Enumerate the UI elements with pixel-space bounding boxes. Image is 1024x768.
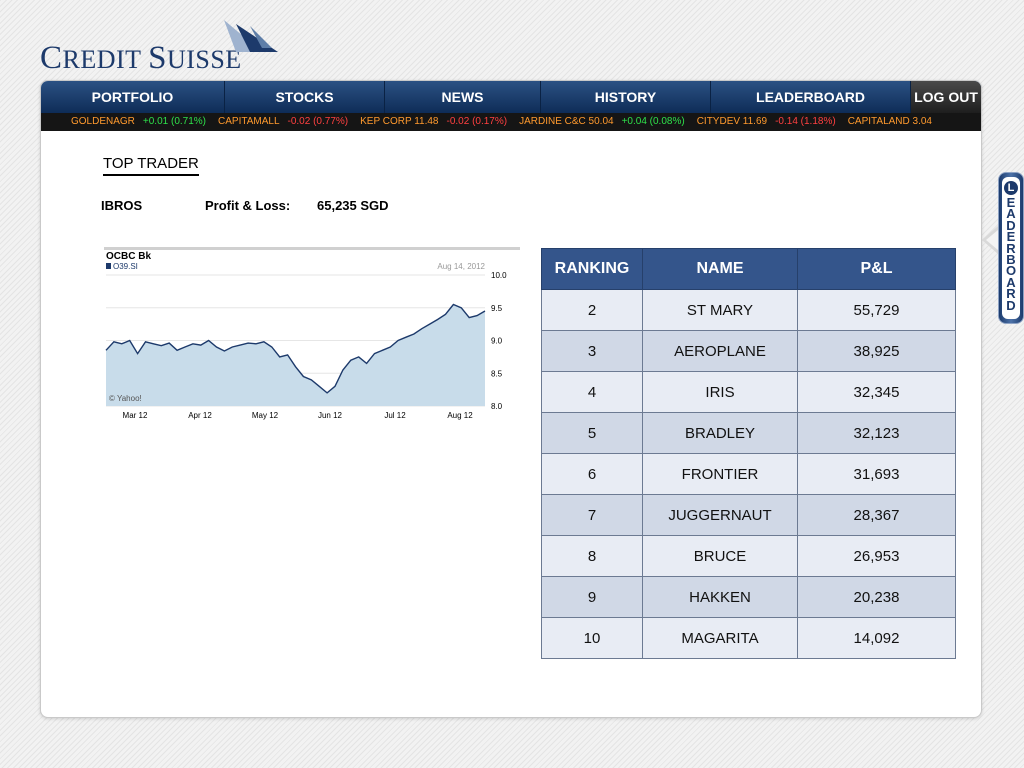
ticker-symbol: KEP CORP 11.48 <box>360 116 439 127</box>
trader-name-cell: BRADLEY <box>642 412 798 454</box>
price-area <box>106 304 485 406</box>
pl-cell: 55,729 <box>797 289 956 331</box>
trader-name-cell: AEROPLANE <box>642 330 798 372</box>
chart-date: Aug 14, 2012 <box>437 262 485 271</box>
leaderboard-table: RANKING NAME P&L 2 ST MARY 55,729 3 AEROPLAN… <box>541 248 956 659</box>
rank-cell: 5 <box>541 412 643 454</box>
pl-cell: 31,693 <box>797 453 956 495</box>
chart-source: © Yahoo! <box>109 394 142 403</box>
ticker-change: +0.01 (0.71%) <box>142 116 207 127</box>
nav-portfolio[interactable]: PORTFOLIO <box>41 81 225 113</box>
top-trader-heading: TOP TRADER <box>103 155 199 176</box>
x-tick-label: Aug 12 <box>447 411 473 420</box>
ticker-change: +0.04 (0.08%) <box>621 116 685 127</box>
side-tab-text: E A D E R B O A R D <box>1005 195 1017 313</box>
x-tick-label: Jul 12 <box>384 411 406 420</box>
col-ranking: RANKING <box>541 248 643 290</box>
nav-leaderboard[interactable]: LEADERBOARD <box>711 81 911 113</box>
sails-icon <box>224 20 278 52</box>
credit-suisse-logo: CREDIT SUISSE <box>40 18 280 76</box>
trader-name-cell: FRONTIER <box>642 453 798 495</box>
pl-cell: 32,123 <box>797 412 956 454</box>
logout-button[interactable]: LOG OUT <box>911 81 981 113</box>
leaderboard-side-tab[interactable]: LE A D E R B O A R D <box>998 172 1024 324</box>
rank-cell: 2 <box>541 289 643 331</box>
trader-name-cell: JUGGERNAUT <box>642 494 798 536</box>
table-row: 5 BRADLEY 32,123 <box>541 412 956 454</box>
profit-loss-value: 65,235 SGD <box>317 198 389 213</box>
table-row: 8 BRUCE 26,953 <box>541 535 956 577</box>
table-row: 10 MAGARITA 14,092 <box>541 617 956 659</box>
side-tab-inner: LE A D E R B O A R D <box>1002 177 1020 319</box>
profit-loss-label: Profit & Loss: <box>205 198 291 213</box>
nav-news[interactable]: NEWS <box>385 81 541 113</box>
col-name: NAME <box>642 248 798 290</box>
ticker-symbol: CAPITALAND 3.04 <box>847 116 932 127</box>
pl-cell: 28,367 <box>797 494 956 536</box>
table-row: 7 JUGGERNAUT 28,367 <box>541 494 956 536</box>
col-pl: P&L <box>797 248 956 290</box>
x-tick-label: May 12 <box>252 411 279 420</box>
pl-cell: 26,953 <box>797 535 956 577</box>
rank-cell: 7 <box>541 494 643 536</box>
rank-cell: 6 <box>541 453 643 495</box>
ticker-change: -0.02 (0.77%) <box>287 116 349 127</box>
stock-chart-svg: OCBC Bk O39.SI Aug 14, 2012 © Yahoo! Mar… <box>104 247 520 420</box>
nav-stocks[interactable]: STOCKS <box>225 81 385 113</box>
pl-cell: 20,238 <box>797 576 956 618</box>
rank-cell: 10 <box>541 617 643 659</box>
y-tick-label: 8.5 <box>491 369 503 378</box>
side-tab-arrow-inner <box>986 230 998 250</box>
stock-chart: OCBC Bk O39.SI Aug 14, 2012 © Yahoo! Mar… <box>104 247 520 427</box>
x-tick-label: Apr 12 <box>188 411 212 420</box>
top-trader-name: IBROS <box>101 198 143 213</box>
ticker-change: -0.14 (1.18%) <box>775 116 836 127</box>
side-tab-label: LE A D E R B O A R D <box>1002 181 1020 313</box>
y-tick-label: 9.0 <box>491 337 503 346</box>
side-tab-first-letter: L <box>1004 181 1018 195</box>
y-tick-label: 8.0 <box>491 402 503 411</box>
nav-history[interactable]: HISTORY <box>541 81 711 113</box>
side-tab-rest: E A D E R B O A R D <box>1002 195 1020 313</box>
brand-name: CREDIT SUISSE <box>40 40 242 76</box>
rank-cell: 4 <box>541 371 643 413</box>
ticker-symbol: CITYDEV 11.69 <box>696 116 768 127</box>
table-row: 6 FRONTIER 31,693 <box>541 453 956 495</box>
pl-cell: 38,925 <box>797 330 956 372</box>
table-header-row: RANKING NAME P&L <box>541 248 956 290</box>
rank-cell: 3 <box>541 330 643 372</box>
legend-swatch <box>106 263 111 269</box>
pl-cell: 32,345 <box>797 371 956 413</box>
pl-cell: 14,092 <box>797 617 956 659</box>
table-row: 4 IRIS 32,345 <box>541 371 956 413</box>
table-row: 2 ST MARY 55,729 <box>541 289 956 331</box>
chart-title: OCBC Bk <box>106 251 151 262</box>
trader-name-cell: MAGARITA <box>642 617 798 659</box>
x-tick-label: Mar 12 <box>123 411 148 420</box>
table-row: 3 AEROPLANE 38,925 <box>541 330 956 372</box>
trader-name-cell: BRUCE <box>642 535 798 577</box>
ticker-change: -0.02 (0.17%) <box>446 116 508 127</box>
ticker-symbol: CAPITAMALL <box>218 116 280 127</box>
ticker-symbol: GOLDENAGR <box>71 116 135 127</box>
main-nav: PORTFOLIO STOCKS NEWS HISTORY LEADERBOAR… <box>41 81 981 113</box>
x-tick-label: Jun 12 <box>318 411 343 420</box>
chart-symbol: O39.SI <box>113 262 138 271</box>
y-tick-label: 9.5 <box>491 304 503 313</box>
rank-cell: 8 <box>541 535 643 577</box>
stock-ticker: GOLDENAGR +0.01 (0.71%) CAPITAMALL -0.02 (0… <box>41 113 981 131</box>
y-tick-label: 10.0 <box>491 271 507 280</box>
rank-cell: 9 <box>541 576 643 618</box>
trader-name-cell: ST MARY <box>642 289 798 331</box>
trader-name-cell: IRIS <box>642 371 798 413</box>
main-panel: PORTFOLIO STOCKS NEWS HISTORY LEADERBOAR… <box>40 80 982 718</box>
ticker-symbol: JARDINE C&C 50.04 <box>519 116 614 127</box>
trader-name-cell: HAKKEN <box>642 576 798 618</box>
table-row: 9 HAKKEN 20,238 <box>541 576 956 618</box>
